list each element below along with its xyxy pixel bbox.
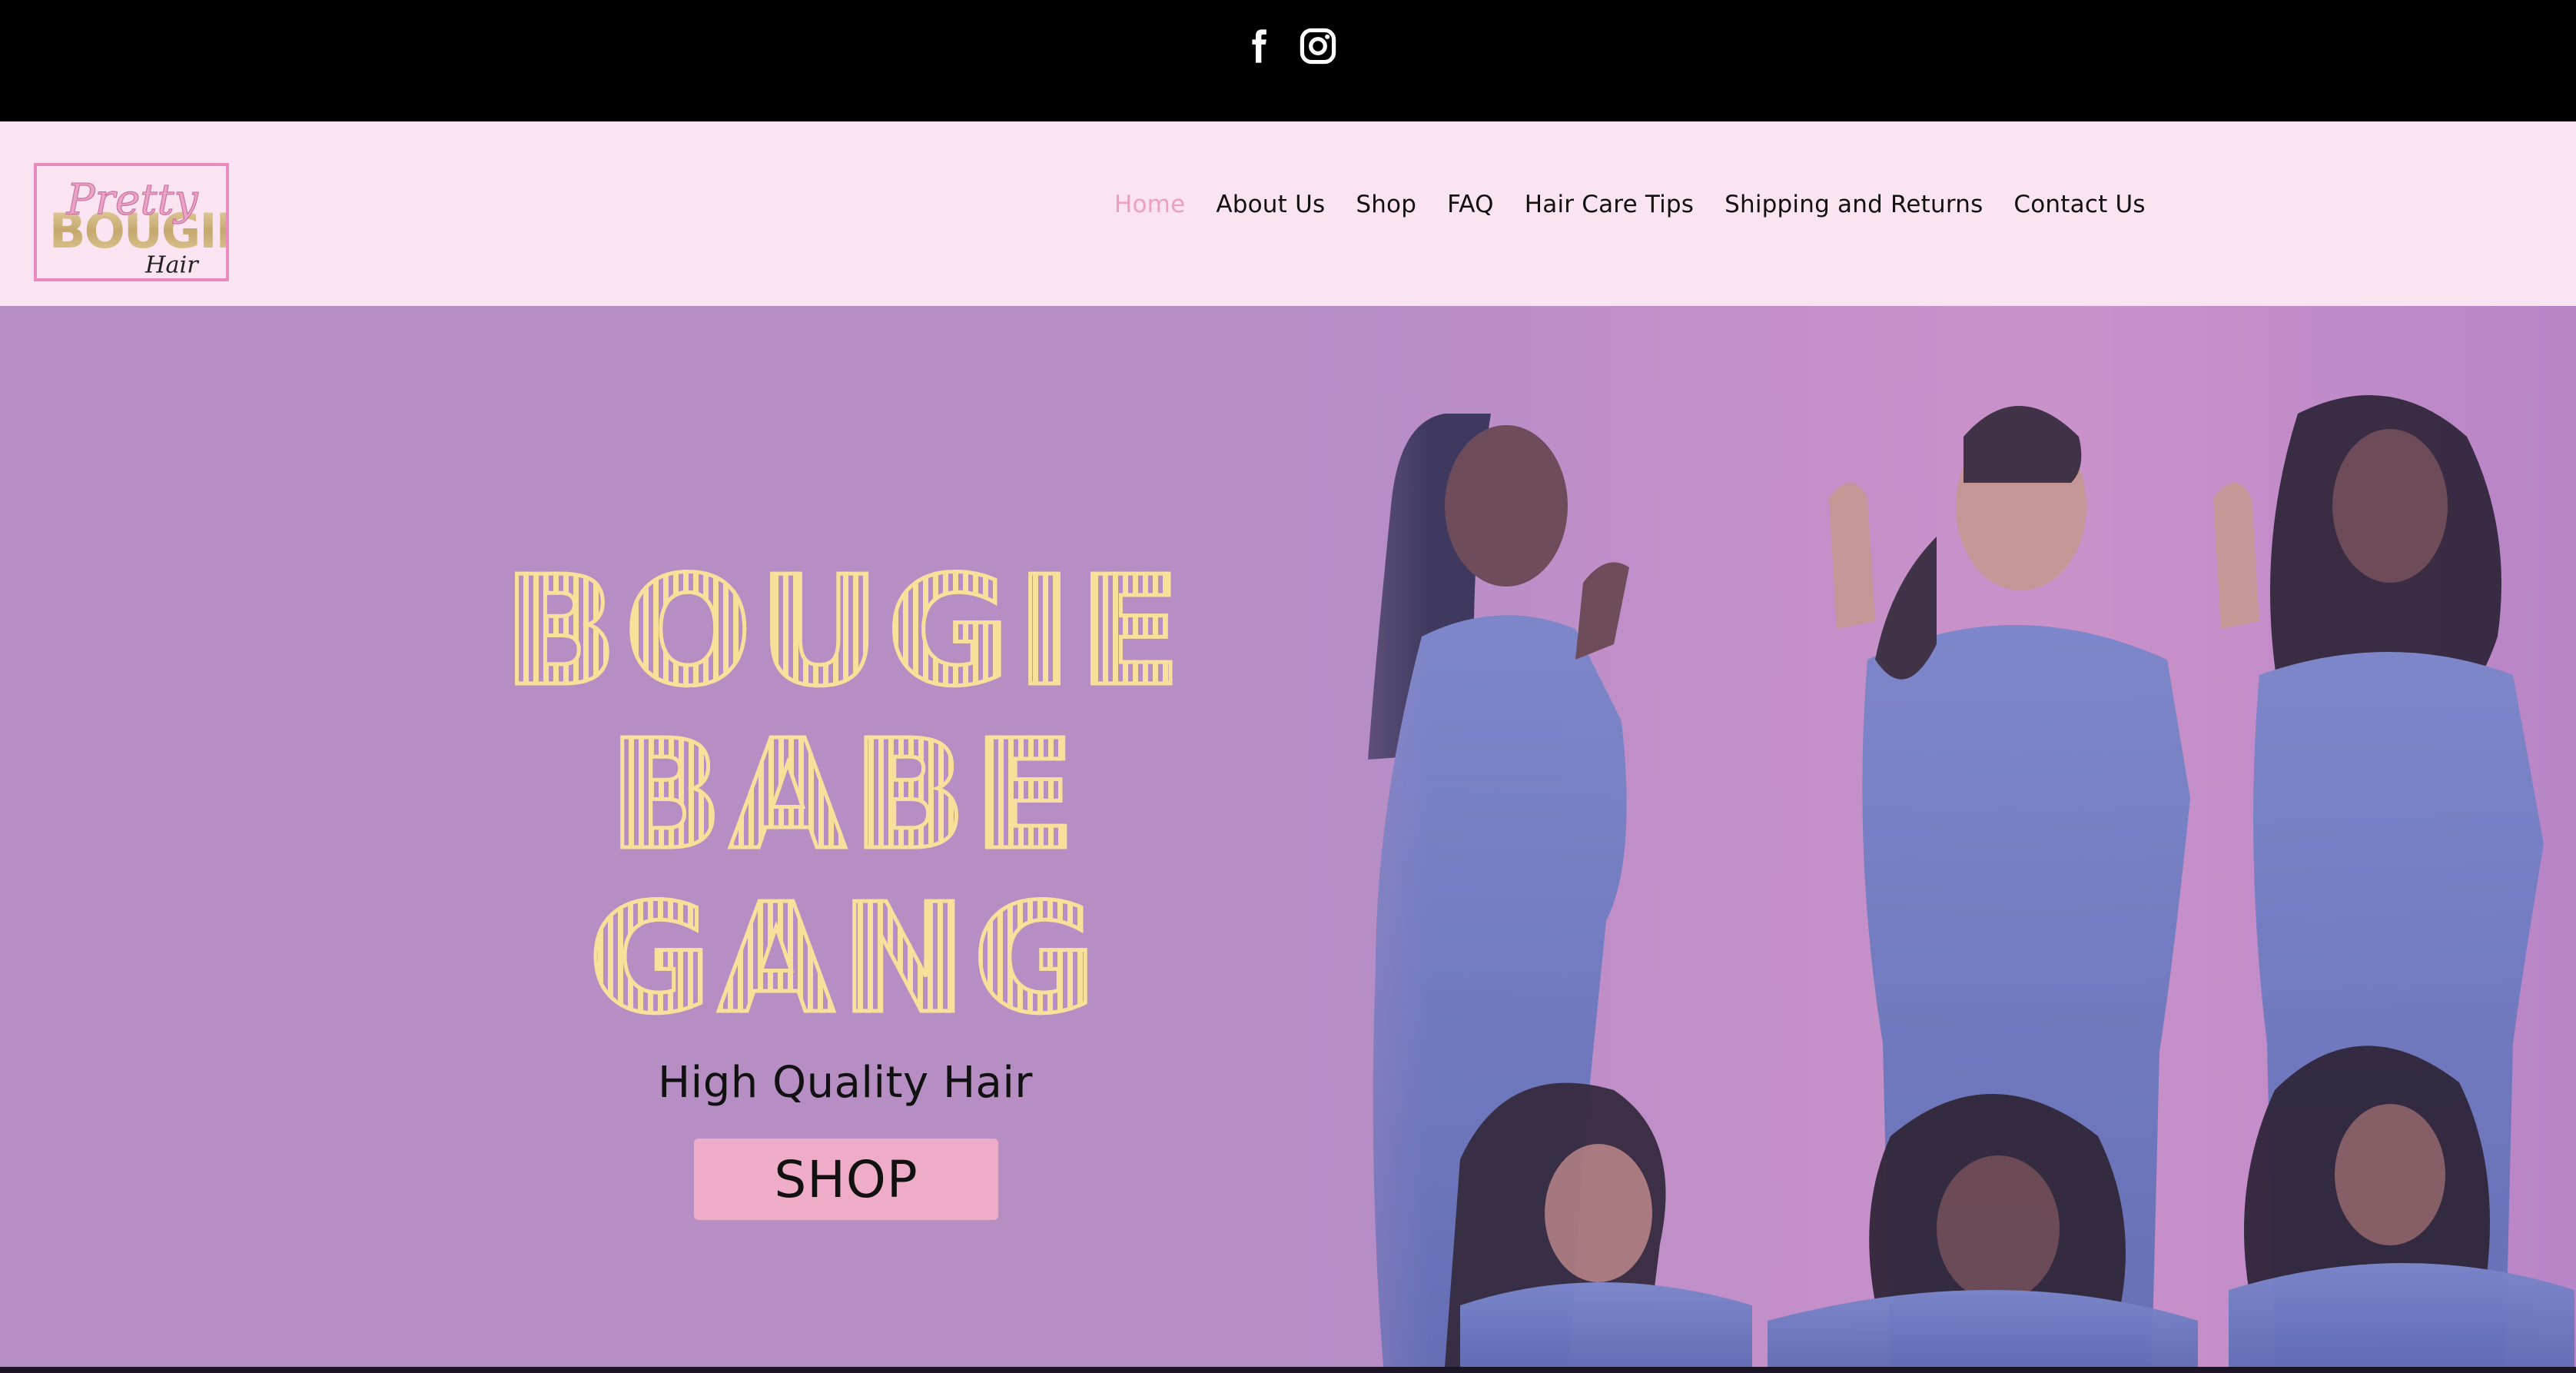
hero-photo [0,306,2576,1367]
page-bottom-edge [0,1367,2576,1373]
site-header: BOUGIE Pretty Hair Home About Us Shop FA… [0,121,2576,306]
nav-hair-care-tips[interactable]: Hair Care Tips [1509,191,1709,218]
nav-about-us[interactable]: About Us [1200,191,1340,218]
logo-script-word: Pretty [66,175,199,224]
hero-banner: BOUGIE BABE GANG High Quality Hair SHOP [0,306,2576,1367]
social-bar [0,0,2576,121]
logo-sub-word: Hair [144,251,199,278]
hero-title-line: GANG [586,872,1103,1047]
hero-title-line: BABE [606,708,1083,883]
hero-title-line: BOUGIE [501,544,1188,720]
instagram-icon[interactable] [1298,26,1338,66]
hero-subtitle: High Quality Hair [658,1058,1033,1108]
nav-home[interactable]: Home [1099,191,1200,218]
nav-faq[interactable]: FAQ [1432,191,1509,218]
facebook-icon[interactable] [1238,26,1278,66]
nav-shop[interactable]: Shop [1340,191,1432,218]
hero-title: BOUGIE BABE GANG [430,544,1260,1047]
site-logo[interactable]: BOUGIE Pretty Hair [34,163,229,281]
main-nav: Home About Us Shop FAQ Hair Care Tips Sh… [1099,177,2161,232]
shop-button[interactable]: SHOP [694,1139,998,1220]
nav-shipping-and-returns[interactable]: Shipping and Returns [1709,191,1998,218]
nav-contact-us[interactable]: Contact Us [1998,191,2160,218]
